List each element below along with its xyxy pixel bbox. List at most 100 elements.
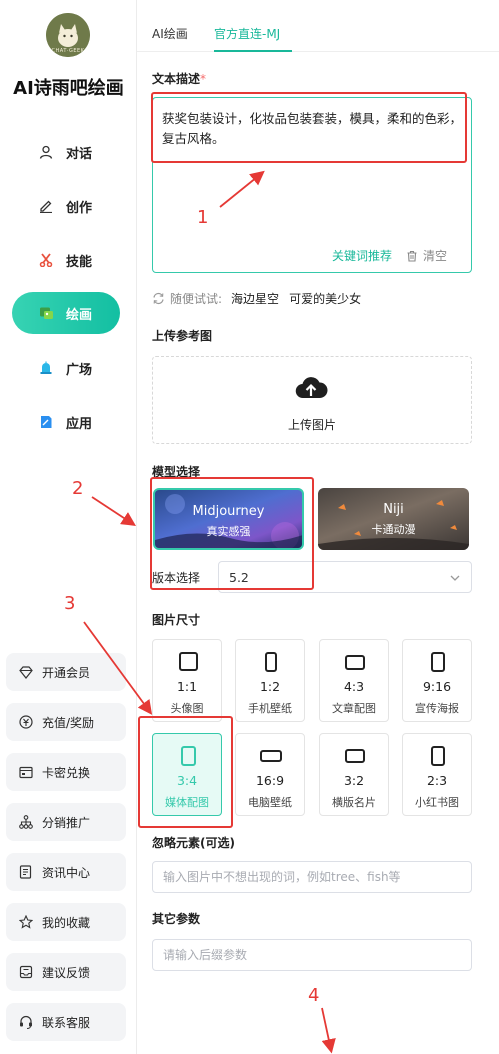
prompt-label: 文本描述 (152, 72, 201, 86)
tool-favorites[interactable]: 我的收藏 (6, 903, 126, 941)
ratio-shape-icon (260, 750, 282, 762)
size-ratio: 3:2 (343, 773, 365, 788)
ratio-shape-icon (179, 652, 198, 671)
version-select[interactable]: 5.2 (218, 561, 472, 593)
size-desc: 头像图 (170, 702, 204, 715)
size-ratio: 16:9 (255, 773, 285, 788)
prompt-textarea[interactable]: 获奖包装设计，化妆品包装套装，模具，柔和的色彩，复古风格。 关键词推荐 清空 (152, 97, 472, 273)
model-title: 模型选择 (152, 465, 201, 479)
clear-label: 清空 (422, 249, 447, 263)
ratio-shape-icon (431, 746, 445, 766)
document-icon (18, 865, 33, 880)
annotation-number: 4 (308, 985, 320, 1006)
size-ratio: 2:3 (426, 773, 448, 788)
ratio-shape-icon (181, 746, 196, 766)
random-sample[interactable]: 海边星空 (231, 290, 279, 307)
tool-news[interactable]: 资讯中心 (6, 853, 126, 891)
tool-distribution[interactable]: 分销推广 (6, 803, 126, 841)
tool-label: 资讯中心 (42, 865, 91, 880)
tab-ai-draw[interactable]: AI绘画 (152, 25, 188, 42)
ignore-input[interactable] (152, 861, 472, 893)
model-subtitle: 真实感强 (206, 525, 251, 538)
tab-official-mj[interactable]: 官方直连-MJ (214, 25, 280, 42)
model-card-midjourney[interactable]: Midjourney 真实感强 (153, 488, 304, 550)
size-option-1-1[interactable]: 1:1 头像图 (152, 639, 222, 722)
random-label: 随便试试: (170, 292, 223, 306)
version-value: 5.2 (229, 569, 249, 585)
other-params-input[interactable] (152, 939, 472, 971)
size-option-3-2[interactable]: 3:2 横版名片 (319, 733, 389, 816)
upload-button-label: 上传图片 (287, 418, 336, 432)
annotation-arrow-4 (321, 1007, 336, 1054)
nav-item-skills[interactable]: 技能 (12, 239, 120, 281)
nav-label: 应用 (66, 416, 93, 432)
lamp-icon (38, 360, 54, 376)
refresh-icon[interactable] (152, 292, 165, 305)
size-ratio: 1:1 (176, 679, 198, 694)
nav-item-chat[interactable]: 对话 (12, 131, 120, 173)
random-sample[interactable]: 可爱的美少女 (289, 290, 361, 307)
nav-item-draw[interactable]: 绘画 (12, 292, 120, 334)
midjourney-thumbnail (155, 494, 302, 548)
tool-label: 联系客服 (42, 1015, 91, 1030)
card-icon (18, 765, 33, 780)
keyword-recommend-button[interactable]: 关键词推荐 (332, 247, 392, 264)
chevron-down-icon (450, 575, 460, 581)
ratio-shape-icon (345, 655, 365, 670)
tool-label: 分销推广 (42, 815, 91, 830)
user-icon (38, 144, 54, 160)
tool-recharge[interactable]: 充值/奖励 (6, 703, 126, 741)
tool-card-redeem[interactable]: 卡密兑换 (6, 753, 126, 791)
active-tab-indicator (214, 50, 292, 52)
tool-vip[interactable]: 开通会员 (6, 653, 126, 691)
random-suggestions: 随便试试: 海边星空 可爱的美少女 (152, 290, 371, 307)
logo-text: CHAT·GEEK (51, 48, 85, 54)
scissors-icon (38, 252, 54, 268)
app-logo: CHAT·GEEK (46, 13, 90, 57)
nav-label: 创作 (66, 200, 93, 216)
nav-label: 对话 (66, 146, 93, 162)
app-title: AI诗雨吧绘画 (13, 78, 124, 99)
size-desc: 媒体配图 (165, 796, 209, 809)
inbox-icon (18, 965, 33, 980)
model-card-niji[interactable]: Niji 卡通动漫 (318, 488, 469, 550)
ratio-shape-icon (345, 749, 365, 763)
clear-button[interactable]: 清空 (406, 247, 447, 264)
size-desc: 电脑壁纸 (248, 796, 292, 809)
ratio-shape-icon (265, 652, 277, 672)
size-option-4-3[interactable]: 4:3 文章配图 (319, 639, 389, 722)
annotation-number: 2 (72, 478, 84, 499)
upload-dropzone[interactable]: 上传图片 (152, 356, 472, 444)
tool-label: 我的收藏 (42, 915, 91, 930)
size-desc: 手机壁纸 (248, 702, 292, 715)
size-ratio: 1:2 (259, 679, 281, 694)
tool-support[interactable]: 联系客服 (6, 1003, 126, 1041)
ignore-title: 忽略元素(可选) (152, 836, 235, 850)
annotation-number: 1 (197, 207, 209, 228)
nav-item-square[interactable]: 广场 (12, 347, 120, 389)
nav-label: 技能 (66, 254, 93, 270)
size-option-2-3[interactable]: 2:3 小红书图 (402, 733, 472, 816)
nav-item-create[interactable]: 创作 (12, 185, 120, 227)
tool-label: 开通会员 (42, 665, 91, 680)
sidebar: CHAT·GEEK AI诗雨吧绘画 对话 创作 技能 绘画 广场 应用 开通会员… (0, 0, 137, 1054)
headset-icon (18, 1015, 33, 1030)
size-option-16-9[interactable]: 16:9 电脑壁纸 (235, 733, 305, 816)
cloud-upload-icon (295, 377, 328, 399)
tool-label: 卡密兑换 (42, 765, 91, 780)
network-icon (18, 815, 33, 830)
other-params-title: 其它参数 (152, 912, 201, 926)
size-option-9-16[interactable]: 9:16 宣传海报 (402, 639, 472, 722)
size-option-3-4[interactable]: 3:4 媒体配图 (152, 733, 222, 816)
tool-label: 充值/奖励 (42, 715, 95, 730)
size-option-1-2[interactable]: 1:2 手机壁纸 (235, 639, 305, 722)
size-desc: 小红书图 (415, 796, 459, 809)
nav-item-apps[interactable]: 应用 (12, 401, 120, 443)
trash-icon (407, 250, 417, 262)
prompt-title: 文本描述* (152, 70, 206, 87)
size-ratio: 9:16 (422, 679, 452, 694)
prompt-text[interactable]: 获奖包装设计，化妆品包装套装，模具，柔和的色彩，复古风格。 (162, 109, 467, 149)
tool-feedback[interactable]: 建议反馈 (6, 953, 126, 991)
ratio-shape-icon (431, 652, 445, 672)
size-desc: 宣传海报 (415, 702, 459, 715)
